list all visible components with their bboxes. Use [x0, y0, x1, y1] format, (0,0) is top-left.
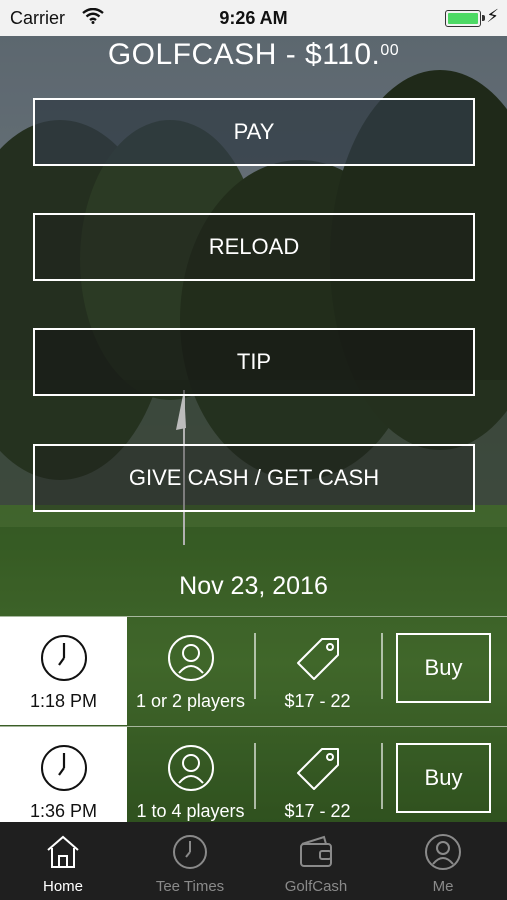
tab-label: Home: [42, 878, 83, 895]
tee-time-label: 1:18 PM: [29, 691, 98, 711]
status-time: 9:26 AM: [219, 8, 288, 28]
tab-label: GolfCash: [284, 878, 348, 895]
balance-amount: GOLFCASH - $110.: [107, 38, 381, 71]
balance-cents: 00: [380, 42, 400, 59]
clock-icon: [40, 745, 87, 791]
tab-label: Me: [432, 878, 454, 895]
tab-me[interactable]: Me: [380, 822, 506, 900]
give-get-cash-button[interactable]: GIVE CASH / GET CASH: [33, 444, 475, 512]
tee-time-cell: 1:36 PM: [0, 727, 127, 835]
price-cell: $17 - 22: [255, 727, 380, 835]
tab-home[interactable]: Home: [0, 822, 126, 900]
tee-time-row: 1:36 PM 1 to 4 players $17 - 22 Buy: [0, 726, 507, 835]
tip-button[interactable]: TIP: [33, 328, 475, 396]
players-cell: 1 or 2 players: [127, 617, 254, 725]
divider: [381, 633, 383, 699]
players-label: 1 to 4 players: [136, 801, 245, 821]
buy-button[interactable]: Buy: [396, 633, 491, 703]
pay-button[interactable]: PAY: [33, 98, 475, 166]
tab-bar: Home Tee Times GolfCash Me: [0, 822, 507, 900]
tee-time-cell: 1:18 PM: [0, 617, 127, 725]
charging-icon: ⚡: [486, 6, 499, 26]
battery-icon: [445, 10, 485, 27]
players-label: 1 or 2 players: [135, 691, 246, 711]
tee-time-row: 1:18 PM 1 or 2 players $17 - 22 Buy: [0, 616, 507, 725]
divider: [381, 743, 383, 809]
clock-icon: [173, 835, 207, 869]
buy-button[interactable]: Buy: [396, 743, 491, 813]
user-icon: [167, 635, 214, 681]
price-label: $17 - 22: [284, 691, 351, 711]
price-tag-icon: [296, 638, 339, 680]
golfcash-balance: GOLFCASH - $110.00: [0, 38, 507, 72]
home-icon: [47, 835, 79, 868]
clock-icon: [40, 635, 87, 681]
players-cell: 1 to 4 players: [127, 727, 254, 835]
price-cell: $17 - 22: [255, 617, 380, 725]
user-icon: [425, 834, 461, 870]
tee-time-label: 1:36 PM: [29, 801, 98, 821]
wallet-icon: [300, 835, 332, 867]
tab-golfcash[interactable]: GolfCash: [253, 822, 379, 900]
status-bar: Carrier 9:26 AM ⚡: [0, 0, 507, 36]
tab-tee-times[interactable]: Tee Times: [127, 822, 253, 900]
user-icon: [167, 745, 214, 791]
price-tag-icon: [296, 748, 339, 790]
tab-label: Tee Times: [155, 878, 225, 895]
tee-date: Nov 23, 2016: [179, 572, 328, 600]
price-label: $17 - 22: [284, 801, 351, 821]
reload-button[interactable]: RELOAD: [33, 213, 475, 281]
